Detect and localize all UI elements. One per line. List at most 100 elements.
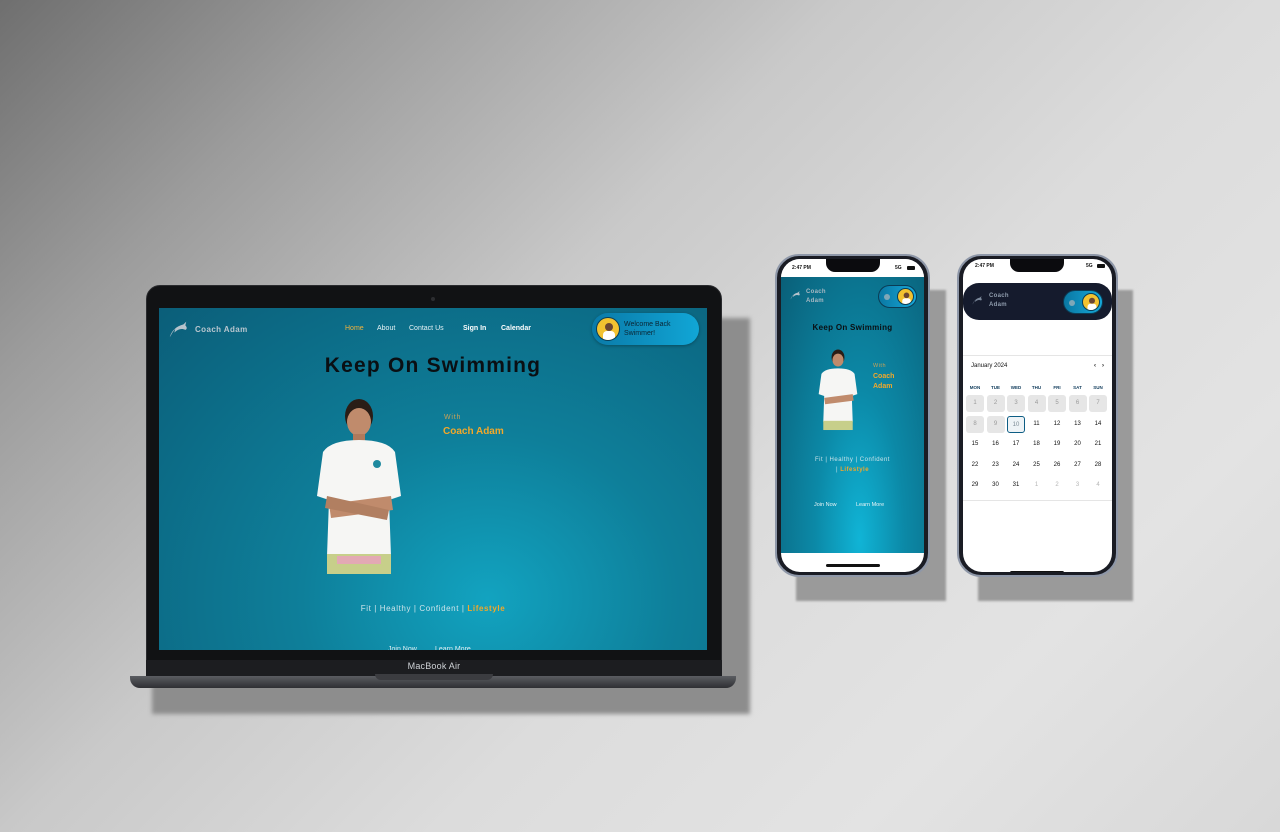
calendar-day[interactable]: 25 bbox=[1028, 457, 1046, 474]
join-now-button[interactable]: Join Now bbox=[814, 502, 837, 508]
calendar-day[interactable]: 6 bbox=[1068, 395, 1087, 412]
nav-about-link[interactable]: About bbox=[377, 325, 395, 332]
calendar-next-button[interactable]: › bbox=[1102, 363, 1104, 369]
calendar-day[interactable]: 18 bbox=[1028, 436, 1046, 453]
calendar-grid: MON TUE WED THU FRI SAT SUN 1 2 3 4 5 6 7 8 9 10 11 12 13 14… bbox=[966, 385, 1109, 505]
nav-contact-link[interactable]: Contact Us bbox=[409, 325, 444, 332]
dolphin-logo-icon[interactable] bbox=[167, 318, 189, 340]
camera-icon bbox=[431, 297, 435, 301]
calendar-weekday: WED bbox=[1010, 385, 1022, 390]
dolphin-logo-icon[interactable] bbox=[789, 289, 801, 301]
calendar-day[interactable]: 13 bbox=[1069, 416, 1087, 433]
calendar-day[interactable]: 2 bbox=[986, 395, 1005, 412]
phone1-screen: 2:47 PM 5G Coach Adam Keep On Swimming W… bbox=[781, 259, 924, 572]
calendar-day[interactable]: 17 bbox=[1007, 436, 1025, 453]
avatar bbox=[1082, 293, 1100, 311]
hero-coach-name: Coach Adam bbox=[443, 426, 504, 437]
calendar-day[interactable]: 30 bbox=[987, 477, 1005, 494]
divider bbox=[963, 500, 1112, 501]
calendar-day[interactable]: 28 bbox=[1089, 457, 1107, 474]
calendar-day[interactable]: 20 bbox=[1069, 436, 1087, 453]
toggle-knob bbox=[884, 294, 890, 300]
welcome-pill[interactable]: Welcome Back Swimmer! bbox=[592, 313, 699, 345]
hero-coach-name: Coach Adam bbox=[873, 372, 894, 392]
toggle-knob bbox=[1069, 300, 1075, 306]
calendar-prev-button[interactable]: ‹ bbox=[1094, 363, 1096, 369]
nav-home-link[interactable]: Home bbox=[345, 325, 364, 332]
calendar-weekday: MON bbox=[969, 385, 981, 390]
dolphin-logo-icon[interactable] bbox=[971, 294, 983, 306]
calendar-day[interactable]: 15 bbox=[966, 436, 984, 453]
calendar-day[interactable]: 16 bbox=[987, 436, 1005, 453]
phone1-hero: Coach Adam Keep On Swimming With Coach A… bbox=[781, 277, 924, 553]
brand-line2: Adam bbox=[806, 298, 824, 304]
notch bbox=[1010, 259, 1064, 272]
profile-toggle[interactable] bbox=[1063, 290, 1103, 314]
join-now-button[interactable]: Join Now bbox=[388, 646, 417, 650]
calendar-day[interactable]: 8 bbox=[966, 415, 984, 433]
calendar-day[interactable]: 7 bbox=[1089, 395, 1107, 412]
coach-line2: Adam bbox=[873, 383, 893, 390]
brand-line1: Coach bbox=[989, 293, 1009, 299]
learn-more-button[interactable]: Learn More bbox=[856, 502, 884, 508]
calendar-day[interactable]: 26 bbox=[1048, 457, 1066, 474]
calendar-day[interactable]: 14 bbox=[1089, 416, 1107, 433]
app-header: Coach Adam bbox=[963, 283, 1112, 320]
status-network: 5G bbox=[895, 265, 902, 271]
calendar-day[interactable]: 29 bbox=[966, 477, 984, 494]
coach-photo bbox=[818, 349, 858, 431]
calendar-day[interactable]: 23 bbox=[987, 457, 1005, 474]
nav-calendar-link[interactable]: Calendar bbox=[501, 325, 531, 332]
calendar-day[interactable]: 1 bbox=[966, 395, 984, 412]
calendar-weekday: FRI bbox=[1053, 385, 1061, 390]
hero-title: Keep On Swimming bbox=[324, 354, 542, 377]
tagline-highlight: Lifestyle bbox=[840, 467, 870, 473]
coach-line1: Coach bbox=[873, 373, 895, 380]
home-indicator[interactable] bbox=[826, 564, 880, 567]
calendar-day[interactable]: 24 bbox=[1007, 457, 1025, 474]
avatar bbox=[596, 317, 620, 341]
calendar-day[interactable]: 21 bbox=[1089, 436, 1107, 453]
calendar-day[interactable]: 4 bbox=[1089, 477, 1107, 494]
nav-signin-link[interactable]: Sign In bbox=[463, 325, 486, 332]
home-indicator[interactable] bbox=[1010, 571, 1064, 572]
calendar-day[interactable]: 3 bbox=[1007, 395, 1025, 412]
brand-name[interactable]: Coach Adam bbox=[195, 325, 248, 334]
brand-name[interactable]: Coach Adam bbox=[989, 292, 1009, 310]
battery-icon bbox=[907, 266, 915, 270]
battery-icon bbox=[1097, 264, 1105, 268]
brand-name[interactable]: Coach Adam bbox=[806, 288, 826, 306]
welcome-text: Welcome Back Swimmer! bbox=[624, 321, 671, 337]
calendar-day[interactable]: 5 bbox=[1048, 395, 1066, 412]
calendar-day[interactable]: 4 bbox=[1027, 395, 1046, 412]
learn-more-button[interactable]: Learn More bbox=[435, 646, 471, 650]
divider bbox=[963, 355, 1112, 356]
calendar-day[interactable]: 31 bbox=[1007, 477, 1025, 494]
calendar-weekday: THU bbox=[1031, 385, 1042, 390]
calendar-day[interactable]: 11 bbox=[1028, 416, 1046, 433]
calendar-day[interactable]: 12 bbox=[1048, 416, 1066, 433]
calendar-weekday: TUE bbox=[991, 385, 1000, 390]
calendar-weekday: SAT bbox=[1073, 385, 1082, 390]
hero-tagline: Fit | Healthy | Confident | Lifestyle bbox=[159, 604, 707, 613]
notch bbox=[826, 259, 880, 272]
hero-tagline: Fit | Healthy | Confident | Lifestyle bbox=[781, 455, 924, 475]
status-time: 2:47 PM bbox=[792, 265, 811, 271]
calendar-day-today[interactable]: 10 bbox=[1007, 415, 1025, 433]
calendar-day[interactable]: 27 bbox=[1069, 457, 1087, 474]
hero-title: Keep On Swimming bbox=[812, 323, 893, 332]
calendar-month: January 2024 bbox=[971, 363, 1008, 369]
status-network: 5G bbox=[1086, 263, 1093, 269]
calendar-day[interactable]: 2 bbox=[1048, 477, 1066, 494]
hero-with-label: With bbox=[444, 414, 462, 421]
calendar-day[interactable]: 22 bbox=[966, 457, 984, 474]
tagline-highlight: Lifestyle bbox=[467, 604, 506, 613]
calendar-day[interactable]: 9 bbox=[986, 415, 1005, 433]
calendar-day[interactable]: 3 bbox=[1069, 477, 1087, 494]
profile-toggle[interactable] bbox=[878, 285, 917, 308]
calendar-day[interactable]: 19 bbox=[1048, 436, 1066, 453]
coach-photo bbox=[317, 399, 401, 574]
calendar-day[interactable]: 1 bbox=[1028, 477, 1046, 494]
tagline-text: Fit | Healthy | Confident | bbox=[360, 604, 465, 613]
brand-line1: Coach bbox=[806, 289, 826, 295]
